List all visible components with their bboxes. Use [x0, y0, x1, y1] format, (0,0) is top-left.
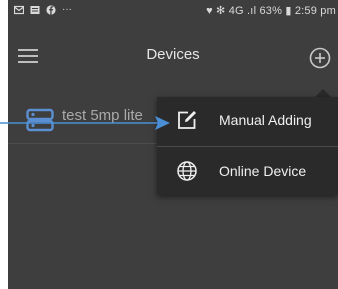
plus-circle-icon[interactable]: [309, 47, 331, 69]
menu-divider: [157, 146, 338, 147]
menu-item-label: Manual Adding: [219, 112, 312, 128]
device-name: test 5mp lite: [62, 107, 143, 124]
app-screen: ··· ♥ ✻ 4G .ıl 63% ▮ 2:59 pm Devices tes…: [8, 0, 338, 289]
status-text: ♥ ✻ 4G .ıl 63% ▮ 2:59 pm: [206, 5, 336, 17]
facebook-icon: [46, 4, 56, 15]
message-icon: [30, 5, 40, 14]
notification-icons: ···: [14, 4, 72, 15]
app-header: Devices: [8, 38, 338, 74]
edit-icon: [178, 111, 196, 129]
globe-icon: [177, 161, 197, 181]
add-device-menu: Manual Adding Online Device: [157, 97, 338, 195]
menu-item-label: Online Device: [219, 163, 307, 179]
page-title: Devices: [146, 46, 200, 63]
menu-item-manual-adding[interactable]: Manual Adding: [157, 97, 338, 144]
more-notifications: ···: [62, 4, 72, 15]
mail-icon: [14, 5, 24, 14]
camera-server-icon: [26, 108, 54, 132]
status-bar: ··· ♥ ✻ 4G .ıl 63% ▮ 2:59 pm: [8, 0, 338, 22]
menu-item-online-device[interactable]: Online Device: [157, 148, 338, 195]
